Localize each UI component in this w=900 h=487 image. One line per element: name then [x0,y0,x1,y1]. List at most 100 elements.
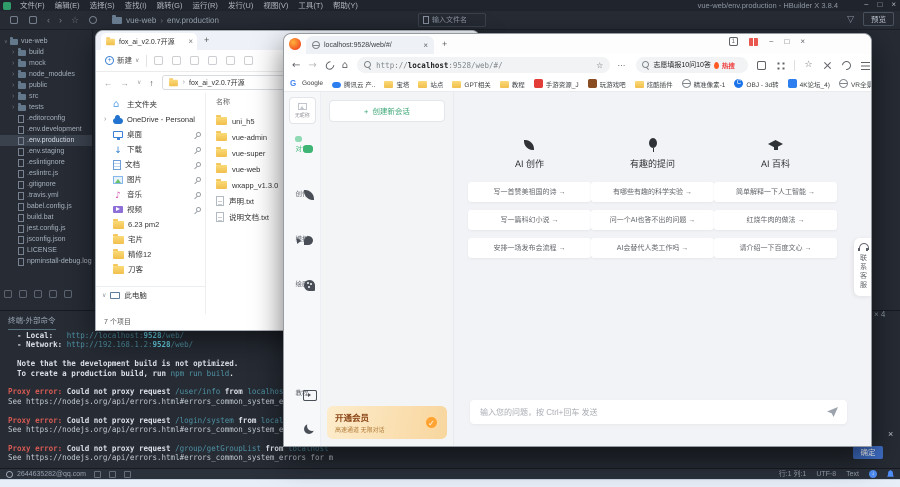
ide-menu-item[interactable]: 运行(R) [188,0,223,11]
sidebar-nav-item[interactable]: 下载 [96,142,205,157]
ide-minimize-button[interactable]: − [864,0,869,9]
run-icon[interactable] [88,15,98,25]
tree-item[interactable]: jest.config.js [0,223,92,234]
sidebar-this-pc[interactable]: ∨ 此电脑 [96,286,205,301]
tree-item[interactable]: .env.staging [0,146,92,157]
file-search-input[interactable]: 输入文件名 [418,13,486,27]
back-icon[interactable]: ← [104,78,113,88]
download-icon[interactable]: ↓ [869,470,877,478]
up-icon[interactable]: ↑ [149,78,153,88]
new-tab-icon[interactable]: + [442,39,447,49]
bookmark-item[interactable]: 炫酷插件 [634,79,673,89]
favorites-icon[interactable]: ☆ [803,60,814,71]
vip-banner[interactable]: 开通会员 高速通道 无限对话 ✓ [327,406,447,439]
encoding-label[interactable]: UTF-8 [816,471,836,478]
sidebar-nav-item[interactable]: › OneDrive - Personal [96,112,205,127]
browser-tab[interactable]: localhost:9528/web/#/ × [306,36,434,54]
browser-close-button[interactable]: × [800,37,805,46]
preview-button[interactable]: 预览 [863,12,894,26]
sync-icon[interactable] [64,290,72,298]
site-more-icon[interactable]: ⋯ [617,61,626,70]
server-icon[interactable] [124,470,131,478]
confirm-button[interactable]: 确定 [853,446,883,459]
save-icon[interactable] [28,15,38,25]
suggestion-chip[interactable]: 写一首赞美祖国的诗 → [468,182,591,202]
bookmark-item[interactable]: 腾讯云 产.. [331,79,375,89]
bookmark-icon[interactable]: ☆ [71,15,79,25]
filter-icon[interactable]: ▽ [847,14,854,25]
suggestion-chip[interactable]: 请介绍一下百度文心 → [714,238,837,258]
suggestion-chip[interactable]: AI会替代人类工作吗 → [591,238,714,258]
notification-count[interactable]: × 4 [874,310,885,319]
tree-item[interactable]: node_modules [0,69,92,80]
outline-icon[interactable] [94,470,101,478]
bookmark-item[interactable]: 站点 [418,79,443,89]
breadcrumb-file[interactable]: env.production [167,16,219,25]
tree-item[interactable]: public [0,80,92,91]
tree-item[interactable]: .travis.yml [0,190,92,201]
bell-icon[interactable] [887,470,894,477]
browser-maximize-button[interactable]: □ [784,37,789,46]
ide-menu-item[interactable]: 跳转(G) [152,0,188,11]
back-icon[interactable]: ← [292,60,300,71]
scissors-icon[interactable] [822,60,833,71]
bookmark-item[interactable]: Google [290,79,323,88]
suggestion-chip[interactable]: 写一篇科幻小说 → [468,210,591,230]
settings-icon[interactable] [34,290,42,298]
terminal-tab[interactable]: 终端-外部命令 [8,315,56,330]
new-session-button[interactable]: + 创建新会话 [329,100,445,122]
tree-item[interactable]: build.bat [0,212,92,223]
rename-icon[interactable] [208,56,218,65]
suggestion-chip[interactable]: 红烧牛肉的做法 → [714,210,837,230]
browser-logo-icon[interactable] [289,38,301,50]
suggestion-chip[interactable]: 安排一场发布会流程 → [468,238,591,258]
delete-icon[interactable] [244,56,254,65]
ide-menu-item[interactable]: 发行(U) [223,0,258,11]
bookmark-star-icon[interactable]: ☆ [596,61,603,70]
sidebar-item-draw[interactable]: 绘画 [284,278,320,288]
sidebar-nav-item[interactable]: 刀客 [96,262,205,277]
ide-menu-item[interactable]: 查找(I) [120,0,152,11]
ide-menu-item[interactable]: 选择(S) [85,0,120,11]
browser-minimize-button[interactable]: − [769,37,774,46]
message-input[interactable] [470,407,827,417]
tab-count-badge[interactable]: 1 [728,37,738,46]
send-icon[interactable] [827,407,838,417]
ide-menu-item[interactable]: 视图(V) [258,0,293,11]
sidebar-nav-item[interactable]: 精修12 [96,247,205,262]
sidebar-nav-item[interactable]: 主文件夹 [96,97,205,112]
contact-support-tab[interactable]: 联系客服 [854,238,871,296]
bookmark-item[interactable]: VR全景视 [838,79,871,89]
sidebar-item-simulate[interactable]: 模拟 [284,233,320,243]
copy-icon[interactable] [172,56,182,65]
sidebar-item-tutorial[interactable]: 教程 [284,387,320,397]
tree-item[interactable]: LICENSE [0,245,92,256]
address-bar[interactable]: http://localhost:9528/web/#/ ☆ [357,57,611,73]
refresh-icon[interactable] [323,58,336,72]
bookmark-item[interactable]: 精准像素-1 [681,79,725,89]
sidebar-nav-item[interactable]: 宅片 [96,232,205,247]
window-layout-icon[interactable] [109,470,116,478]
ide-menu-item[interactable]: 文件(F) [15,0,50,11]
tree-item[interactable]: .eslintignore [0,157,92,168]
paste-icon[interactable] [190,56,200,65]
bookmark-item[interactable]: 玩游戏吧 [587,79,626,89]
share-icon[interactable] [226,56,236,65]
forward-icon[interactable]: → [121,78,130,88]
tree-item[interactable]: src [0,91,92,102]
sidebar-nav-item[interactable]: 音乐 [96,187,205,202]
locate-file-icon[interactable] [19,290,27,298]
tree-item[interactable]: .env.production [0,135,92,146]
close-tab-icon[interactable]: × [423,41,428,50]
tree-root[interactable]: ∨ vue-web [0,36,92,47]
new-tab-icon[interactable]: + [204,35,209,45]
bookmark-item[interactable]: GPT相关 [452,79,491,89]
ide-menu-item[interactable]: 帮助(Y) [328,0,363,11]
forward-icon[interactable]: → [308,60,316,71]
dialog-close-icon[interactable]: × [888,429,893,439]
apps-grid-icon[interactable] [775,60,786,71]
sidebar-nav-item[interactable]: 视频 [96,202,205,217]
restore-icon[interactable] [841,60,852,71]
home-icon[interactable]: ⌂ [342,60,348,71]
tree-item[interactable]: tests [0,102,92,113]
